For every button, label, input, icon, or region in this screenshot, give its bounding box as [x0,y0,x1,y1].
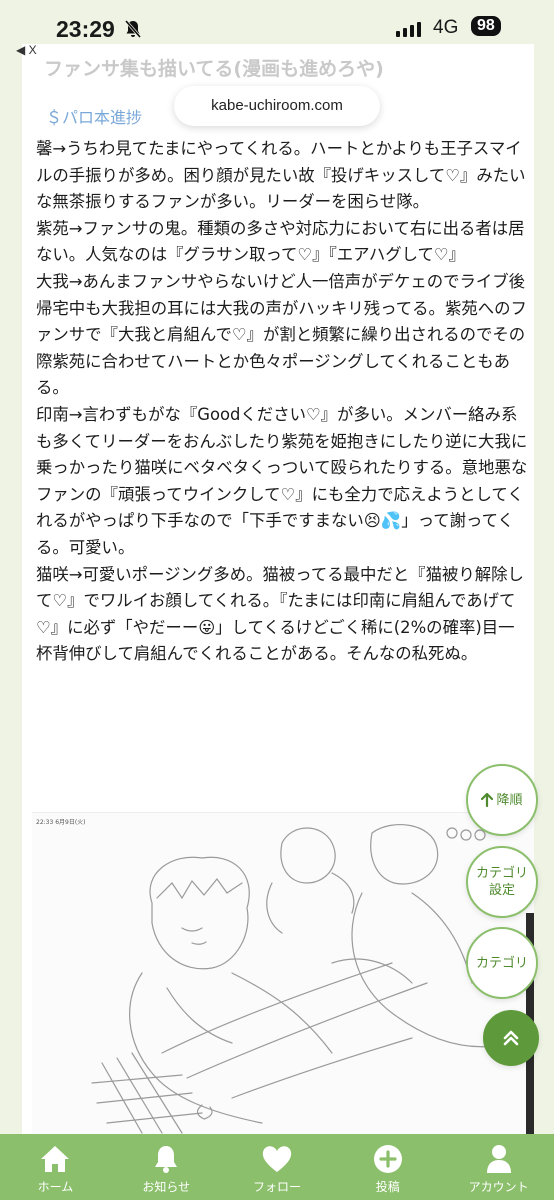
bell-off-icon [124,20,142,42]
sketch-timestamp: 22:33 6月9日(火) [36,819,86,826]
tab-account-label: アカウント [468,1180,529,1194]
clock: 23:29 [56,16,115,42]
series-link[interactable]: ＄パロ本進捗 [46,104,142,128]
sketch-drawing [91,824,534,1134]
url-bar[interactable]: kabe-uchiroom.com [174,86,380,126]
network-type: 4G [433,17,459,38]
tab-home-label: ホーム [37,1180,74,1194]
heart-icon [262,1146,292,1172]
article-body: 馨→うちわ見てたまにやってくれる。ハートとかよりも王子スマイルの手振りが多め。困… [36,136,528,668]
status-bar: 23:29 4G 98 [0,0,554,44]
tab-notifications-label: お知らせ [142,1180,191,1194]
tab-notifications[interactable]: お知らせ [111,1134,222,1200]
page-title: ファンサ集も描いてる(漫画も進めろや) [44,58,384,80]
bottom-tab-bar: ホーム お知らせ フォロー 投稿 アカウント [0,1134,554,1200]
paragraph-kaoru: 馨→うちわ見てたまにやってくれる。ハートとかよりも王子スマイルの手振りが多め。困… [36,139,526,212]
paragraph-shion: 紫苑→ファンサの鬼。種類の多さや対応力において右に出る者は居ない。人気なのは『グ… [36,218,525,265]
plus-circle-icon [373,1145,402,1173]
signal-icon [396,22,421,37]
tab-follow[interactable]: フォロー [222,1134,333,1200]
person-icon [486,1145,511,1173]
article-page: ファンサ集も描いてる(漫画も進めろや) ＄パロ本進捗 kabe-uchiroom… [22,44,534,1134]
back-to-app-button[interactable]: ◀ X [16,43,37,57]
home-icon [41,1146,70,1172]
paragraph-nekosaki: 猫咲→可愛いポージング多め。猫被ってる最中だと『猫被り解除して♡』でワルイお顔し… [36,564,524,664]
sketch-image: 22:33 6月9日(火) [32,812,534,1134]
tab-account[interactable]: アカウント [443,1134,554,1200]
scroll-to-top-button[interactable] [483,1010,539,1066]
category-button[interactable]: カテゴリ [466,927,538,999]
battery-indicator: 98 [471,16,501,36]
paragraph-innami: 印南→言わずもがな『Goodください♡』が多い。メンバー絡み系も多くてリーダーを… [36,404,528,557]
tab-post-label: 投稿 [375,1180,400,1194]
double-chevron-up-icon [503,1030,519,1046]
tab-follow-label: フォロー [252,1180,301,1194]
bell-icon [155,1146,178,1173]
sort-label: 降順 [496,792,523,808]
category-settings-button[interactable]: カテゴリ 設定 [466,846,538,918]
sort-descending-button[interactable]: 降順 [466,764,538,836]
tab-post[interactable]: 投稿 [332,1134,443,1200]
paragraph-taiga: 大我→あんまファンサやらないけど人一倍声がデケェのでライブ後帰宅中も大我担の耳に… [36,271,527,398]
tab-home[interactable]: ホーム [0,1134,111,1200]
arrow-up-icon [481,793,494,807]
